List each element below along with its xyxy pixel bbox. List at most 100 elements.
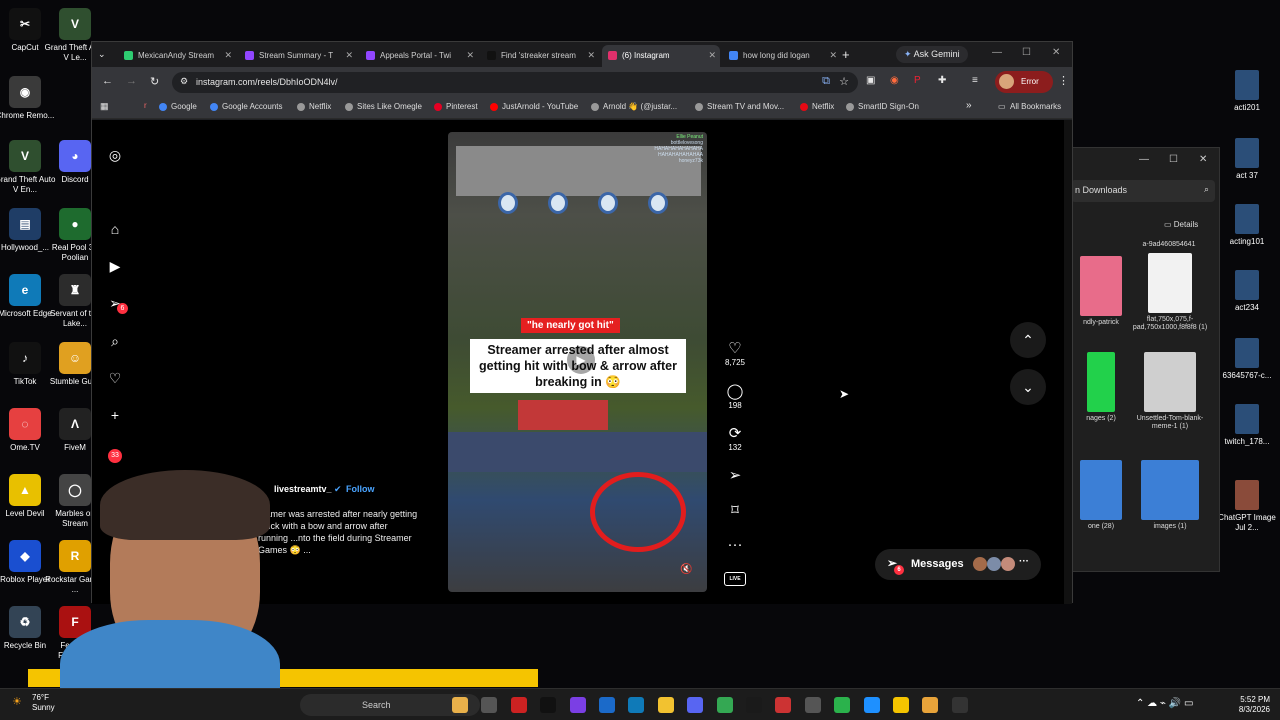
extension-icon[interactable]: ◉ <box>890 75 899 86</box>
new-tab-icon[interactable]: + <box>842 47 850 62</box>
next-reel-button[interactable]: ⌄ <box>1010 369 1046 405</box>
tab-close-icon[interactable]: ✕ <box>708 50 716 61</box>
reload-icon[interactable]: ↻ <box>150 75 159 88</box>
file-item[interactable]: flat,750x,075,f-pad,750x1000,f8f8f8 (1) <box>1131 253 1209 332</box>
more-options-button[interactable]: ··· <box>724 536 746 554</box>
live-button[interactable]: LIVE <box>724 572 746 586</box>
chrome-icon[interactable] <box>716 697 733 713</box>
edge-icon[interactable] <box>628 697 645 713</box>
minimize-icon[interactable]: — <box>992 47 1002 58</box>
activity-icon[interactable]: 33 <box>107 444 123 463</box>
close-icon[interactable]: ✕ <box>1199 154 1207 165</box>
page-scrollbar[interactable] <box>1064 120 1072 604</box>
bookmark-item[interactable]: Arnold 👋 (@justar... <box>591 102 677 111</box>
file-item[interactable]: Unsettled-Tom-blank-meme-1 (1) <box>1131 352 1209 431</box>
comment-button[interactable]: ◯ 198 <box>724 383 746 410</box>
back-icon[interactable]: ← <box>102 75 113 87</box>
file-item[interactable]: one (28) <box>1069 460 1133 531</box>
details-button[interactable]: ▭ Details <box>1164 220 1198 229</box>
notifications-heart-icon[interactable]: ♡ <box>107 370 123 386</box>
play-icon[interactable]: ▶ <box>567 346 595 374</box>
desktop-file-icon[interactable]: twitch_178... <box>1216 404 1278 447</box>
messages-button[interactable]: ➢ 6 Messages ··· <box>875 549 1041 580</box>
browser-tab[interactable]: (6) Instagram ✕ <box>602 45 720 67</box>
maximize-icon[interactable]: ☐ <box>1022 47 1031 58</box>
save-button[interactable]: ⌑ <box>724 502 746 520</box>
tiktok-icon[interactable] <box>540 697 557 713</box>
bookmark-item[interactable]: JustArnold - YouTube <box>490 102 578 111</box>
all-bookmarks-button[interactable]: ▭ All Bookmarks <box>998 102 1061 111</box>
sticky-notes-icon[interactable] <box>893 697 909 713</box>
browser-tab[interactable]: MexicanAndy Stream ✕ <box>118 45 236 67</box>
desktop-file-icon[interactable]: 63645767-c... <box>1216 338 1278 381</box>
reels-icon[interactable]: ▶ <box>107 258 123 274</box>
browser-tab[interactable]: Find 'streaker stream ✕ <box>481 45 599 67</box>
app-pinned-icon[interactable] <box>834 697 851 713</box>
share-button[interactable]: ➢ <box>724 467 746 485</box>
bookmark-item[interactable]: Sites Like Omegle <box>345 102 422 111</box>
desktop-icon[interactable]: V Grand Theft Auto V En... <box>0 140 56 195</box>
desktop-file-icon[interactable]: acting101 <box>1216 204 1278 247</box>
tab-close-icon[interactable]: ✕ <box>224 50 232 61</box>
bookmark-item[interactable]: Netflix <box>297 102 331 111</box>
instagram-logo-icon[interactable]: ◎ <box>107 147 123 163</box>
desktop-file-icon[interactable]: acti201 <box>1216 70 1278 113</box>
maximize-icon[interactable]: ☐ <box>1169 154 1178 165</box>
tray-icons[interactable]: ⌃ ☁ ⌁ 🔊 ▭ <box>1136 699 1193 709</box>
app-pinned-icon[interactable] <box>452 697 468 713</box>
desktop-file-icon[interactable]: act234 <box>1216 270 1278 313</box>
file-item[interactable]: ndly-patrick <box>1069 256 1133 327</box>
minimize-icon[interactable]: — <box>1139 154 1149 165</box>
explorer-search-input[interactable]: n Downloads ⌕ <box>1071 180 1215 202</box>
more-bookmarks-icon[interactable]: » <box>966 100 972 111</box>
weather-widget[interactable]: ☀ 76°F Sunny <box>12 693 55 713</box>
settings-icon[interactable] <box>804 697 821 713</box>
app-pinned-icon[interactable] <box>510 697 527 713</box>
reel-caption[interactable]: ...amer was arrested after nearly gettin… <box>258 508 418 556</box>
tab-search-icon[interactable]: ⌄ <box>98 49 106 60</box>
bookmark-star-icon[interactable]: ☆ <box>839 75 849 88</box>
extension-icon[interactable]: P <box>914 75 921 86</box>
file-manager-icon[interactable] <box>481 697 498 713</box>
tab-close-icon[interactable]: ✕ <box>829 50 837 61</box>
file-item[interactable]: nages (2) <box>1069 352 1133 423</box>
tab-close-icon[interactable]: ✕ <box>345 50 353 61</box>
app-pinned-icon[interactable] <box>569 697 586 713</box>
create-plus-icon[interactable]: + <box>107 407 123 423</box>
bookmark-item[interactable]: Google Accounts <box>210 102 282 111</box>
menu-kebab-icon[interactable]: ⋮ <box>1058 74 1069 87</box>
desktop-icon[interactable]: ◉ Chrome Remo... <box>0 76 56 121</box>
browser-tab[interactable]: how long did logan ✕ <box>723 45 841 67</box>
bookmark-item[interactable]: Google <box>159 102 197 111</box>
reading-list-icon[interactable]: ≡ <box>972 75 978 86</box>
search-icon[interactable]: ⌕ <box>107 333 123 349</box>
tab-close-icon[interactable]: ✕ <box>587 50 595 61</box>
file-explorer-window[interactable]: — ☐ ✕ n Downloads ⌕ ▭ Details a-9ad46085… <box>1068 147 1220 572</box>
browser-tab[interactable]: Stream Summary - T ✕ <box>239 45 357 67</box>
app-pinned-icon[interactable] <box>775 697 792 713</box>
repost-button[interactable]: ⟳ 132 <box>724 425 746 452</box>
site-info-icon[interactable]: ⚙ <box>180 76 188 87</box>
mute-icon[interactable]: 🔇 <box>680 564 692 575</box>
discord-icon[interactable] <box>687 697 704 713</box>
browser-tab[interactable]: Appeals Portal - Twi ✕ <box>360 45 478 67</box>
app-pinned-icon[interactable] <box>922 697 939 713</box>
folder-icon[interactable] <box>657 697 674 713</box>
previous-reel-button[interactable]: ⌃ <box>1010 322 1046 358</box>
apps-grid-icon[interactable]: ▦ <box>100 101 109 112</box>
follow-button[interactable]: Follow <box>346 484 375 494</box>
home-icon[interactable]: ⌂ <box>107 221 123 237</box>
bookmark-icon[interactable]: r <box>144 101 147 110</box>
ask-gemini-button[interactable]: ✦ Ask Gemini <box>896 46 968 63</box>
clock[interactable]: 5:52 PM 8/3/2026 <box>1222 695 1270 715</box>
steam-icon[interactable] <box>599 697 615 713</box>
file-item[interactable]: images (1) <box>1131 460 1209 531</box>
desktop-file-icon[interactable]: ChatGPT Image Jul 2... <box>1216 480 1278 533</box>
bookmark-item[interactable]: Stream TV and Mov... <box>695 102 784 111</box>
bookmark-item[interactable]: Pinterest <box>434 102 478 111</box>
bookmark-item[interactable]: Netflix <box>800 102 834 111</box>
obs-icon[interactable] <box>951 697 968 713</box>
direct-messages-icon[interactable]: ➢ 6 <box>107 295 128 314</box>
desktop-file-icon[interactable]: act 37 <box>1216 138 1278 181</box>
cast-icon[interactable]: ⧉ <box>822 75 830 88</box>
